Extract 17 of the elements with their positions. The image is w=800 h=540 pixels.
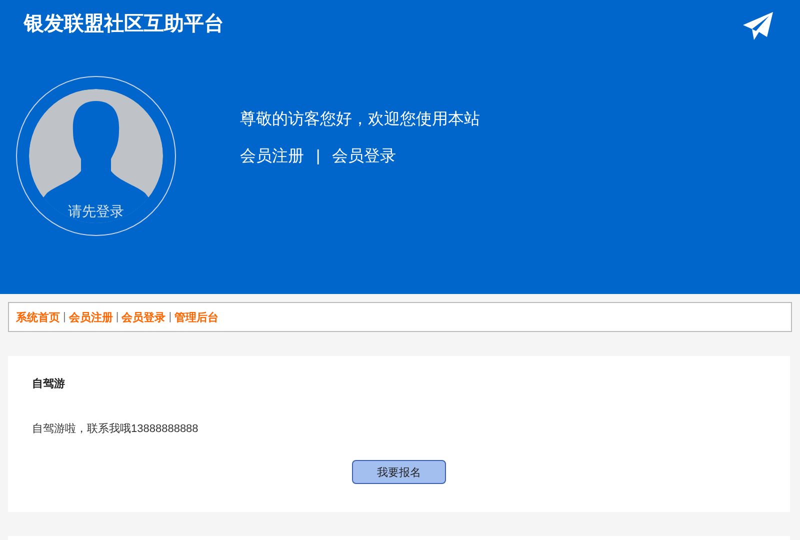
signup-button[interactable]: 我要报名 xyxy=(352,460,446,484)
separator: | xyxy=(168,311,172,323)
nav-link[interactable]: 管理后台 xyxy=(174,310,219,324)
post-text: 自驾游啦，联系我哦13888888888 xyxy=(32,422,200,436)
header-link[interactable]: 会员登录 xyxy=(332,146,396,167)
login-prompt: 请先登录 xyxy=(67,203,125,221)
nav-link[interactable]: 会员注册 xyxy=(68,310,113,324)
separator: | xyxy=(63,311,66,323)
header-link[interactable]: 会员注册 xyxy=(240,146,304,167)
separator: | xyxy=(316,148,320,166)
nav-link[interactable]: 系统首页 xyxy=(16,310,60,324)
person-silhouette-icon xyxy=(29,89,163,223)
separator: | xyxy=(116,311,119,323)
site-title: 银发联盟社区互助平台 xyxy=(24,12,224,36)
nav-link[interactable]: 会员登录 xyxy=(122,310,166,324)
post-title: 自驾游 xyxy=(32,376,66,391)
welcome-message: 尊敬的访客您好，欢迎您使用本站 xyxy=(240,110,480,130)
